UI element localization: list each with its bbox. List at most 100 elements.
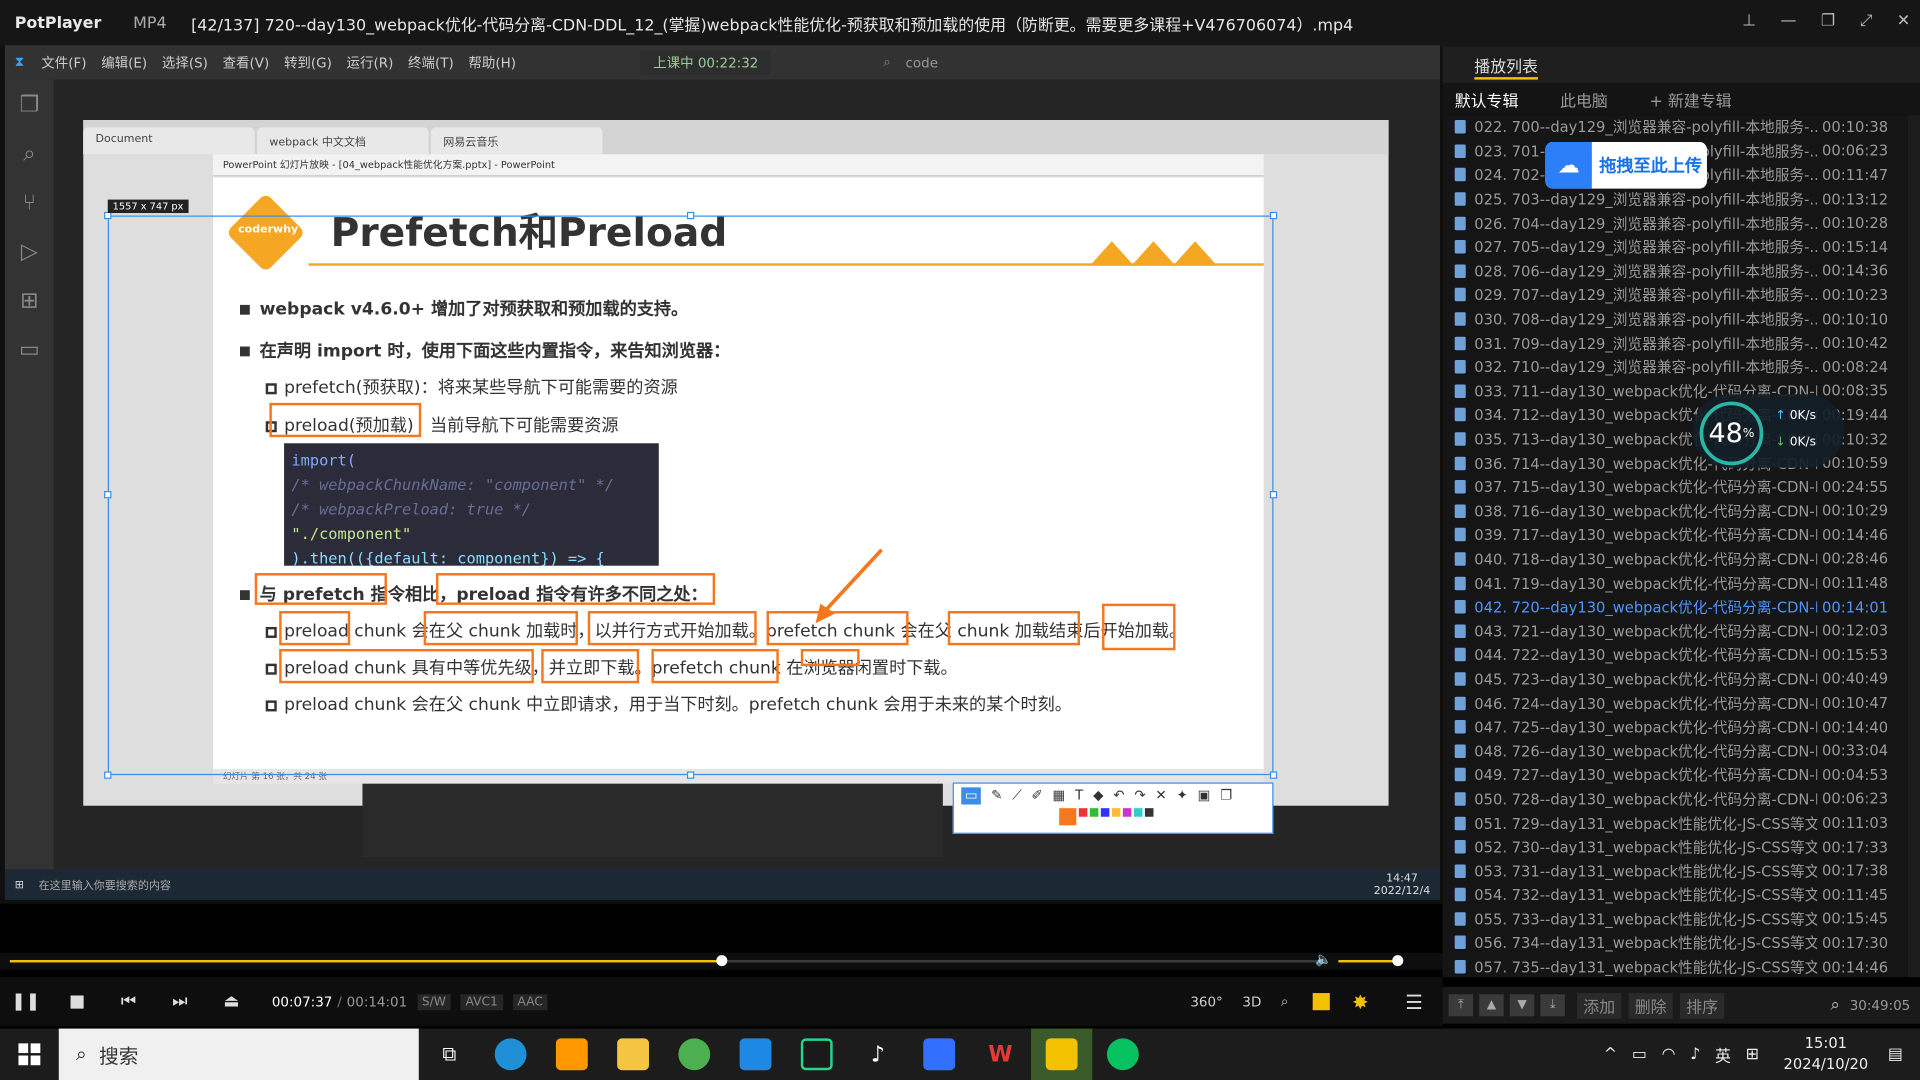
minimize-icon[interactable]: —	[1780, 12, 1796, 30]
delete-button[interactable]: 删除	[1628, 992, 1673, 1019]
zoom-icon[interactable]: ⌕	[1281, 993, 1289, 1010]
playlist-item[interactable]: 053. 731--day131_webpack性能优化-JS-CSS等文...…	[1442, 859, 1907, 883]
potplayer-taskbar-icon[interactable]	[1031, 1028, 1093, 1080]
restore-icon[interactable]: ❐	[1821, 12, 1835, 30]
ime-indicator[interactable]: 英	[1715, 1043, 1731, 1066]
playlist-item[interactable]: 056. 734--day131_webpack性能优化-JS-CSS等文...…	[1442, 931, 1907, 955]
subtitle-icon[interactable]	[1312, 993, 1331, 1011]
settings-icon[interactable]: ✸	[1352, 990, 1368, 1013]
playlist-item[interactable]: 045. 723--day130_webpack优化-代码分离-CDN-D...…	[1442, 667, 1907, 691]
playlist-item[interactable]: 032. 710--day129_浏览器兼容-polyfill-本地服务-...…	[1442, 355, 1907, 379]
previous-icon[interactable]: ⏮	[103, 992, 154, 1012]
tag-audio-codec[interactable]: AAC	[512, 993, 548, 1010]
tag-video-codec[interactable]: AVC1	[460, 993, 503, 1010]
chevron-up-icon[interactable]: ^	[1604, 1045, 1617, 1063]
playlist-item[interactable]: 049. 727--day130_webpack优化-代码分离-CDN-D...…	[1442, 763, 1907, 787]
edge-icon[interactable]	[480, 1029, 541, 1080]
playlist-item[interactable]: 026. 704--day129_浏览器兼容-polyfill-本地服务-...…	[1442, 211, 1907, 235]
playlist-item-duration: 00:33:04	[1822, 742, 1889, 760]
tab-default-album[interactable]: 默认专辑	[1455, 88, 1519, 110]
speed-widget[interactable]: 48% ↑ 0K/s ↓ 0K/s	[1692, 394, 1845, 468]
playlist-item[interactable]: 039. 717--day130_webpack优化-代码分离-CDN-D...…	[1442, 523, 1907, 547]
task-view-icon[interactable]: ⧉	[419, 1029, 480, 1080]
tag-sw[interactable]: S/W	[416, 993, 451, 1010]
stop-icon[interactable]: ■	[51, 992, 102, 1012]
top-icon[interactable]: ⤒	[1448, 994, 1474, 1017]
playlist-item[interactable]: 041. 719--day130_webpack优化-代码分离-CDN-D...…	[1442, 571, 1907, 595]
next-icon[interactable]: ⏭	[154, 992, 205, 1012]
playlist-item[interactable]: 043. 721--day130_webpack优化-代码分离-CDN-D...…	[1442, 619, 1907, 643]
volume-slider[interactable]	[1338, 960, 1398, 963]
playlist-item[interactable]: 055. 733--day131_webpack性能优化-JS-CSS等文...…	[1442, 907, 1907, 931]
playlist-item[interactable]: 044. 722--day130_webpack优化-代码分离-CDN-D...…	[1442, 643, 1907, 667]
playlist-item[interactable]: 030. 708--day129_浏览器兼容-polyfill-本地服务-...…	[1442, 307, 1907, 331]
playlist-item[interactable]: 054. 732--day131_webpack性能优化-JS-CSS等文...…	[1442, 883, 1907, 907]
playlist-item[interactable]: 046. 724--day130_webpack优化-代码分离-CDN-D...…	[1442, 691, 1907, 715]
clock[interactable]: 15:01 2024/10/20	[1784, 1033, 1869, 1075]
playlist-title[interactable]: 播放列表	[1474, 54, 1538, 80]
sublime-icon[interactable]	[541, 1029, 602, 1080]
search-icon[interactable]: ⌕	[1830, 996, 1840, 1016]
speaker-icon[interactable]: ♪	[1690, 1045, 1700, 1063]
windows-start-icon[interactable]	[0, 1029, 59, 1080]
keyboard-icon[interactable]: ⊞	[1746, 1045, 1759, 1063]
playlist-item[interactable]: 050. 728--day130_webpack优化-代码分离-CDN-D...…	[1442, 787, 1907, 811]
playlist-item[interactable]: 052. 730--day131_webpack性能优化-JS-CSS等文...…	[1442, 835, 1907, 859]
playlist-scrollbar[interactable]	[1907, 115, 1920, 978]
tab-new-album[interactable]: + 新建专辑	[1649, 88, 1731, 110]
pin-icon[interactable]: ⊥	[1742, 12, 1756, 30]
playlist-item[interactable]: 047. 725--day130_webpack优化-代码分离-CDN-D...…	[1442, 715, 1907, 739]
add-button[interactable]: 添加	[1577, 992, 1622, 1019]
playlist-item[interactable]: 027. 705--day129_浏览器兼容-polyfill-本地服务-...…	[1442, 235, 1907, 259]
wps-icon[interactable]: W	[970, 1029, 1031, 1080]
chrome-icon[interactable]	[664, 1029, 725, 1080]
volume-icon[interactable]: 🔈	[1315, 951, 1332, 967]
playlist-item[interactable]: 029. 707--day129_浏览器兼容-polyfill-本地服务-...…	[1442, 283, 1907, 307]
tab-this-pc[interactable]: 此电脑	[1560, 88, 1608, 110]
3d-button[interactable]: 3D	[1242, 994, 1261, 1010]
lark-icon[interactable]	[909, 1029, 970, 1080]
seek-handle[interactable]	[716, 955, 728, 967]
playlist-item[interactable]: 028. 706--day129_浏览器兼容-polyfill-本地服务-...…	[1442, 259, 1907, 283]
upload-overlay[interactable]: ☁ 拖拽至此上传	[1545, 142, 1707, 189]
playlist-item-name: 049. 727--day130_webpack优化-代码分离-CDN-D...	[1474, 766, 1818, 785]
eject-icon[interactable]: ⏏	[206, 992, 257, 1012]
playlist-item[interactable]: 040. 718--day130_webpack优化-代码分离-CDN-D...…	[1442, 547, 1907, 571]
vscode-icon[interactable]	[725, 1029, 786, 1080]
up-icon[interactable]: ▲	[1479, 994, 1504, 1017]
playlist-item[interactable]: 033. 711--day130_webpack优化-代码分离-CDN-D...…	[1442, 379, 1907, 403]
bottom-icon[interactable]: ⤓	[1540, 994, 1565, 1017]
playlist-item[interactable]: 036. 714--day130_webpack优化-代码分离-CDN-D...…	[1442, 451, 1907, 475]
webstorm-icon[interactable]	[786, 1029, 847, 1080]
playlist-item[interactable]: 038. 716--day130_webpack优化-代码分离-CDN-D...…	[1442, 499, 1907, 523]
file-icon	[1454, 720, 1466, 734]
pause-icon[interactable]: ❚❚	[0, 992, 51, 1012]
playlist-item[interactable]: 057. 735--day131_webpack性能优化-JS-CSS等文...…	[1442, 955, 1907, 977]
sort-button[interactable]: 排序	[1680, 992, 1725, 1019]
playlist-item[interactable]: 031. 709--day129_浏览器兼容-polyfill-本地服务-...…	[1442, 331, 1907, 355]
playlist-item[interactable]: 025. 703--day129_浏览器兼容-polyfill-本地服务-...…	[1442, 187, 1907, 211]
playlist-item[interactable]: 042. 720--day130_webpack优化-代码分离-CDN-D...…	[1442, 595, 1907, 619]
file-icon	[1454, 408, 1466, 422]
close-icon[interactable]: ✕	[1897, 12, 1910, 30]
search-icon: ⌕	[23, 140, 36, 166]
app-logo[interactable]: PotPlayer	[15, 14, 102, 32]
volume-handle[interactable]	[1392, 955, 1404, 967]
menu-icon[interactable]: ☰	[1405, 990, 1423, 1013]
tiktok-icon[interactable]: ♪	[847, 1029, 908, 1080]
playlist-item[interactable]: 051. 729--day131_webpack性能优化-JS-CSS等文...…	[1442, 811, 1907, 835]
battery-icon[interactable]: ▭	[1632, 1045, 1647, 1063]
taskbar-search[interactable]: ⌕ 搜索	[58, 1028, 419, 1080]
down-icon[interactable]: ▼	[1509, 994, 1535, 1017]
playlist-item[interactable]: 022. 700--day129_浏览器兼容-polyfill-本地服务-...…	[1442, 115, 1907, 139]
playlist-item[interactable]: 048. 726--day130_webpack优化-代码分离-CDN-D...…	[1442, 739, 1907, 763]
notification-icon[interactable]: ▤	[1888, 1045, 1903, 1063]
fullscreen-icon[interactable]: ⤢	[1860, 12, 1873, 30]
playlist-item-name: 048. 726--day130_webpack优化-代码分离-CDN-D...	[1474, 742, 1818, 761]
wifi-icon[interactable]: ◠	[1662, 1045, 1676, 1063]
wechat-icon[interactable]	[1092, 1029, 1153, 1080]
playlist-item[interactable]: 037. 715--day130_webpack优化-代码分离-CDN-D...…	[1442, 475, 1907, 499]
vr-360-button[interactable]: 360°	[1190, 994, 1222, 1010]
explorer-icon[interactable]	[602, 1029, 663, 1080]
playlist-item-duration: 00:08:24	[1822, 358, 1889, 376]
